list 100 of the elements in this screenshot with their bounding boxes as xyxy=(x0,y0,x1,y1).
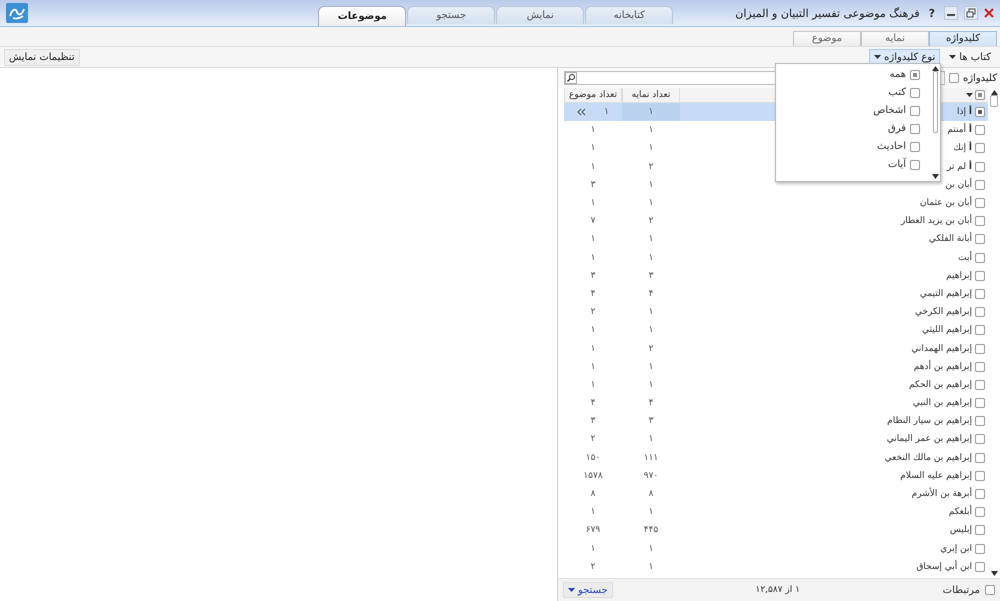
caret-icon[interactable] xyxy=(568,588,576,592)
row-checkbox[interactable] xyxy=(975,507,985,518)
keyword-name[interactable]: إبراهيم بن سيار النظام xyxy=(887,416,972,426)
row-checkbox[interactable] xyxy=(975,143,985,154)
sub-tab[interactable]: کلیدواژه xyxy=(929,31,997,46)
row-checkbox[interactable] xyxy=(975,452,985,463)
display-settings-button[interactable]: تنظیمات نمایش xyxy=(4,48,80,66)
menu-checkbox[interactable] xyxy=(910,142,920,152)
column-header[interactable]: تعداد نمایه xyxy=(622,88,680,102)
keyword-name[interactable]: أبان بن عثمان xyxy=(920,198,972,208)
row-checkbox[interactable] xyxy=(975,434,985,444)
row-checkbox[interactable] xyxy=(975,362,985,372)
keyword-name[interactable]: أبلغكم xyxy=(948,507,972,518)
close-icon[interactable] xyxy=(984,8,994,18)
keyword-name[interactable]: إبراهيم xyxy=(946,270,972,281)
caret-icon[interactable] xyxy=(874,55,882,59)
row-checkbox[interactable] xyxy=(975,525,985,536)
caret-icon[interactable] xyxy=(949,55,956,59)
row-checkbox[interactable] xyxy=(975,470,985,481)
keyword-name[interactable]: إبراهيم بن مالك النخعي xyxy=(884,452,972,463)
scroll-down-icon[interactable] xyxy=(990,571,998,576)
menu-checkbox[interactable] xyxy=(910,106,920,116)
menu-item[interactable]: آیات xyxy=(888,159,906,170)
minimize-icon[interactable] xyxy=(944,6,958,20)
scrollbar[interactable] xyxy=(930,64,940,181)
row-checkbox[interactable] xyxy=(975,544,985,554)
keyword-name[interactable]: إبليس xyxy=(950,525,972,536)
menu-item[interactable]: احادیث xyxy=(876,141,906,152)
menu-item[interactable]: همه xyxy=(890,69,906,80)
table-cell: ۱ xyxy=(590,143,596,154)
related-checkbox[interactable] xyxy=(985,585,995,595)
scroll-thumb[interactable] xyxy=(990,95,998,107)
search-icon[interactable] xyxy=(565,72,577,84)
row-checkbox[interactable] xyxy=(975,180,985,190)
row-checkbox[interactable] xyxy=(975,107,985,118)
keyword-name[interactable]: أ أمنتم xyxy=(947,125,972,136)
related-label: مرتبطات xyxy=(942,584,980,596)
table-cell: ۲ xyxy=(648,344,654,354)
keyword-name[interactable]: ابن أبي إسحاق xyxy=(916,562,972,572)
keyword-checkbox[interactable] xyxy=(948,73,959,83)
restore-icon[interactable] xyxy=(964,6,978,20)
keyword-name[interactable]: إبراهيم عليه السلام xyxy=(900,470,972,481)
menu-checkbox[interactable] xyxy=(910,88,920,98)
double-chevron-icon[interactable] xyxy=(577,108,586,116)
main-tab[interactable]: کتابخانه xyxy=(585,6,674,24)
keyword-name[interactable]: أ إنك xyxy=(953,143,972,154)
main-tab[interactable]: جستجو xyxy=(407,6,496,24)
menu-item[interactable]: فرق xyxy=(888,123,906,134)
row-checkbox[interactable] xyxy=(975,562,985,572)
row-checkbox[interactable] xyxy=(975,252,985,263)
keyword-name[interactable]: أ لم تر xyxy=(946,162,972,172)
main-tab[interactable]: موضوعات xyxy=(318,6,406,26)
column-header[interactable]: تعداد موضوع xyxy=(564,88,622,102)
row-checkbox[interactable] xyxy=(975,398,985,408)
keyword-name[interactable]: أبان بن يزيد العطار xyxy=(900,216,972,226)
row-checkbox[interactable] xyxy=(975,270,985,281)
row-checkbox[interactable] xyxy=(975,416,985,426)
books-button[interactable]: کتاب ها xyxy=(944,48,996,66)
keyword-name[interactable]: إبراهيم بن عمر اليماني xyxy=(886,434,972,444)
keyword-name[interactable]: ابن إبري xyxy=(940,544,972,554)
search-button[interactable]: جستجو xyxy=(563,582,613,598)
keyword-name[interactable]: إبراهيم بن النبي xyxy=(912,398,972,408)
row-checkbox[interactable] xyxy=(975,216,985,226)
scroll-thumb[interactable] xyxy=(932,71,938,133)
row-checkbox[interactable] xyxy=(975,380,985,390)
menu-checkbox[interactable] xyxy=(910,70,920,80)
scroll-down-icon[interactable] xyxy=(932,174,938,179)
sub-tab[interactable]: موضوع xyxy=(793,31,861,46)
keyword-name[interactable]: إبراهيم بن الحكم xyxy=(908,380,972,390)
menu-item[interactable]: کتب xyxy=(888,87,906,98)
caret-icon[interactable] xyxy=(966,93,973,97)
row-checkbox[interactable] xyxy=(975,489,985,500)
row-checkbox[interactable] xyxy=(975,198,985,208)
help-button[interactable]: ? xyxy=(926,6,938,20)
row-checkbox[interactable] xyxy=(975,162,985,172)
select-all-checkbox[interactable] xyxy=(975,90,985,100)
scrollbar[interactable] xyxy=(988,88,1000,578)
keyword-name[interactable]: أبرهة بن الأشرم xyxy=(912,489,972,500)
keyword-name[interactable]: أبان بن xyxy=(945,180,972,190)
table-cell: ۱ xyxy=(648,252,654,263)
keyword-name[interactable]: أبانة الفلكي xyxy=(928,234,972,244)
keyword-name[interactable]: إبراهيم الليثي xyxy=(922,325,972,336)
menu-checkbox[interactable] xyxy=(910,124,920,134)
keyword-name[interactable]: إبراهيم بن أدهم xyxy=(914,362,972,372)
keyword-name[interactable]: أ إذا xyxy=(957,107,972,118)
keyword-name[interactable]: إبراهيم الكرخي xyxy=(914,307,972,318)
menu-item[interactable]: اشخاص xyxy=(873,105,906,116)
row-checkbox[interactable] xyxy=(975,325,985,336)
row-checkbox[interactable] xyxy=(975,125,985,136)
row-checkbox[interactable] xyxy=(975,234,985,244)
keyword-name[interactable]: إبراهيم الهمداني xyxy=(911,344,972,354)
keyword-name[interactable]: أبت xyxy=(958,252,972,263)
table-cell: ۱ xyxy=(648,380,654,390)
row-checkbox[interactable] xyxy=(975,307,985,318)
menu-checkbox[interactable] xyxy=(910,160,920,170)
row-checkbox[interactable] xyxy=(975,344,985,354)
sub-tab[interactable]: نمایه xyxy=(861,31,929,46)
row-checkbox[interactable] xyxy=(975,288,985,299)
main-tab[interactable]: نمایش xyxy=(496,6,584,24)
keyword-name[interactable]: إبراهيم التيمي xyxy=(920,288,972,299)
